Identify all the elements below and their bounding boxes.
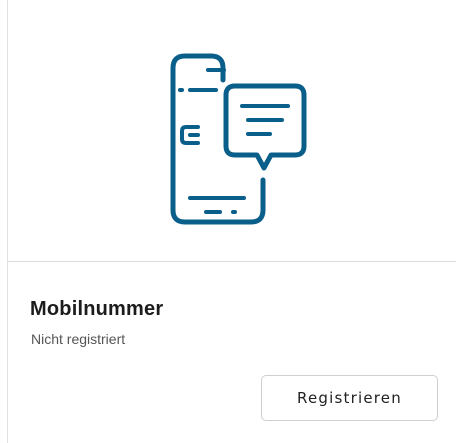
register-button[interactable]: Registrieren xyxy=(261,375,438,421)
mobile-number-card: Mobilnummer Nicht registriert Registrier… xyxy=(7,0,456,443)
card-title: Mobilnummer xyxy=(30,298,164,320)
mobile-phone-message-icon xyxy=(170,53,307,225)
registration-status: Nicht registriert xyxy=(31,331,126,347)
card-media xyxy=(8,0,456,262)
